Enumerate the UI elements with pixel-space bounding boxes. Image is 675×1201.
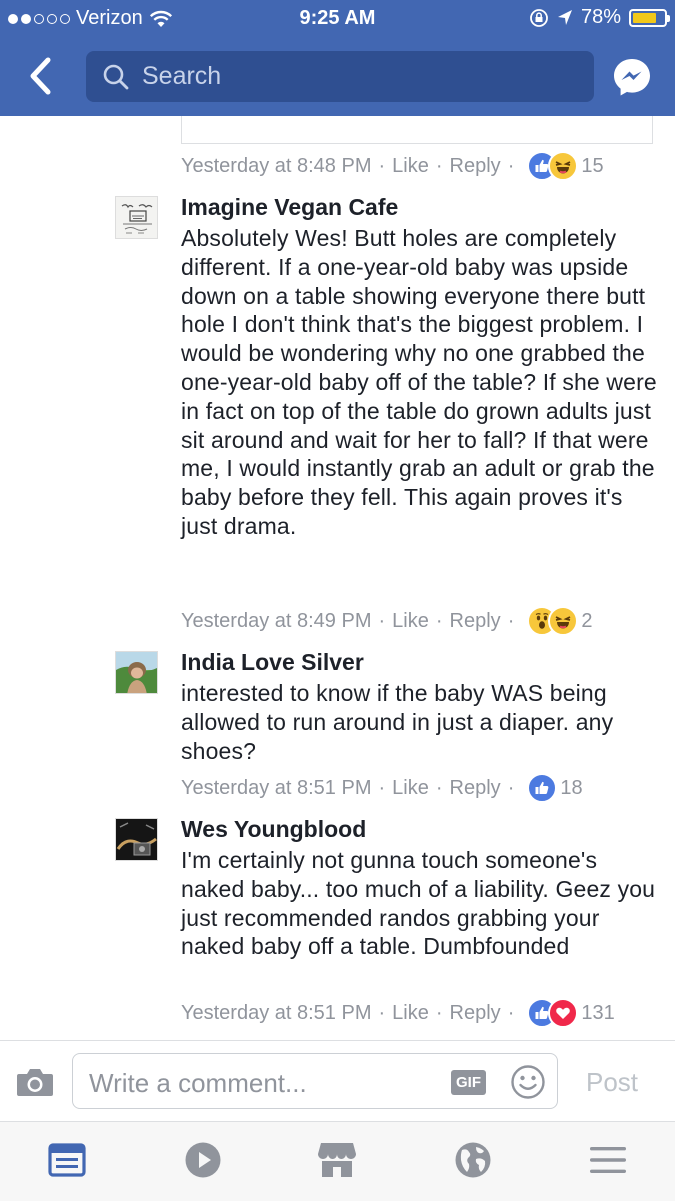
comment-input-box[interactable]: GIF (72, 1053, 558, 1109)
back-button[interactable] (22, 54, 62, 98)
battery-icon (629, 8, 670, 27)
separator-dot: · (507, 776, 515, 799)
top-header: Verizon 9:25 AM 78% (0, 0, 675, 116)
separator-dot: · (435, 776, 443, 799)
separator-dot: · (507, 1001, 515, 1024)
reactions-summary[interactable] (527, 998, 579, 1028)
video-icon (185, 1142, 221, 1178)
sticker-smiley-icon[interactable] (510, 1064, 546, 1100)
separator-dot: · (378, 776, 386, 799)
separator-dot: · (378, 1001, 386, 1024)
battery-percent: 78% (580, 6, 621, 28)
avatar[interactable] (115, 651, 158, 694)
india-love-silver-avatar (116, 652, 157, 693)
search-bar[interactable] (86, 51, 594, 102)
tab-video[interactable] (183, 1140, 223, 1180)
tab-news-feed[interactable] (47, 1140, 87, 1180)
comment-composer: GIF Post (0, 1040, 675, 1121)
comment-author[interactable]: Wes Youngblood (181, 816, 366, 843)
location-arrow-icon (557, 9, 572, 25)
separator-dot: · (435, 154, 443, 177)
separator-dot: · (507, 154, 515, 177)
comment-meta: Yesterday at 8:48 PM · Like · Reply · 15 (181, 151, 604, 181)
post-button[interactable]: Post (586, 1067, 638, 1098)
avatar[interactable] (115, 196, 158, 239)
haha-reaction-icon (548, 606, 579, 636)
like-link[interactable]: Like (392, 155, 429, 178)
menu-icon (590, 1147, 626, 1173)
like-link[interactable]: Like (392, 1002, 429, 1025)
reply-link[interactable]: Reply (450, 155, 501, 178)
comment-timestamp[interactable]: Yesterday at 8:51 PM (181, 1002, 372, 1025)
reply-link[interactable]: Reply (450, 610, 501, 633)
comment-author[interactable]: India Love Silver (181, 649, 364, 676)
marketplace-icon (318, 1143, 356, 1177)
previous-comment-attachment (181, 116, 653, 144)
tab-menu[interactable] (588, 1140, 628, 1180)
reply-link[interactable]: Reply (450, 1002, 501, 1025)
separator-dot: · (435, 1001, 443, 1024)
search-input[interactable] (140, 61, 564, 92)
comment-input[interactable] (87, 1067, 431, 1100)
comment-meta: Yesterday at 8:51 PM · Like · Reply · 13… (181, 998, 615, 1028)
comment-meta: Yesterday at 8:49 PM · Like · Reply · 2 (181, 606, 592, 636)
avatar[interactable] (115, 818, 158, 861)
imagine-vegan-cafe-avatar (116, 197, 157, 238)
tab-notifications-globe[interactable] (453, 1140, 493, 1180)
status-right: 78% (529, 6, 670, 29)
chevron-left-icon (30, 57, 51, 95)
comment-text: Absolutely Wes! Butt holes are completel… (181, 225, 657, 539)
like-link[interactable]: Like (392, 777, 429, 800)
reactions-summary[interactable] (527, 606, 579, 636)
reaction-count[interactable]: 131 (581, 1002, 614, 1025)
like-reaction-icon (527, 773, 558, 803)
messenger-icon (614, 59, 650, 96)
reaction-count[interactable]: 15 (581, 155, 603, 178)
comment-timestamp[interactable]: Yesterday at 8:48 PM (181, 155, 372, 178)
haha-reaction-icon (548, 151, 579, 181)
comment-text: I'm certainly not gunna touch someone's … (181, 847, 656, 960)
camera-button[interactable] (16, 1067, 54, 1097)
search-icon (103, 64, 129, 89)
reaction-count[interactable]: 18 (560, 777, 582, 800)
comment-meta: Yesterday at 8:51 PM · Like · Reply · 18 (181, 773, 583, 803)
messenger-button[interactable] (611, 56, 653, 98)
wes-youngblood-avatar (116, 819, 157, 860)
reactions-summary[interactable] (527, 773, 558, 803)
comment-text: interested to know if the baby WAS being… (181, 680, 614, 764)
separator-dot: · (507, 609, 515, 632)
separator-dot: · (435, 609, 443, 632)
comment-author[interactable]: Imagine Vegan Cafe (181, 194, 398, 221)
gif-button[interactable]: GIF (451, 1070, 486, 1095)
camera-icon (17, 1069, 53, 1096)
rotation-lock-icon (530, 8, 548, 27)
like-link[interactable]: Like (392, 610, 429, 633)
bottom-tab-bar (0, 1121, 675, 1201)
reply-link[interactable]: Reply (450, 777, 501, 800)
news-feed-icon (48, 1143, 86, 1177)
status-bar: Verizon 9:25 AM 78% (0, 0, 675, 38)
love-reaction-icon (548, 998, 579, 1028)
reaction-count[interactable]: 2 (581, 610, 592, 633)
tab-marketplace[interactable] (317, 1140, 357, 1180)
reactions-summary[interactable] (527, 151, 579, 181)
comment-timestamp[interactable]: Yesterday at 8:51 PM (181, 777, 372, 800)
comment-timestamp[interactable]: Yesterday at 8:49 PM (181, 610, 372, 633)
globe-icon (455, 1142, 491, 1178)
separator-dot: · (378, 154, 386, 177)
separator-dot: · (378, 609, 386, 632)
